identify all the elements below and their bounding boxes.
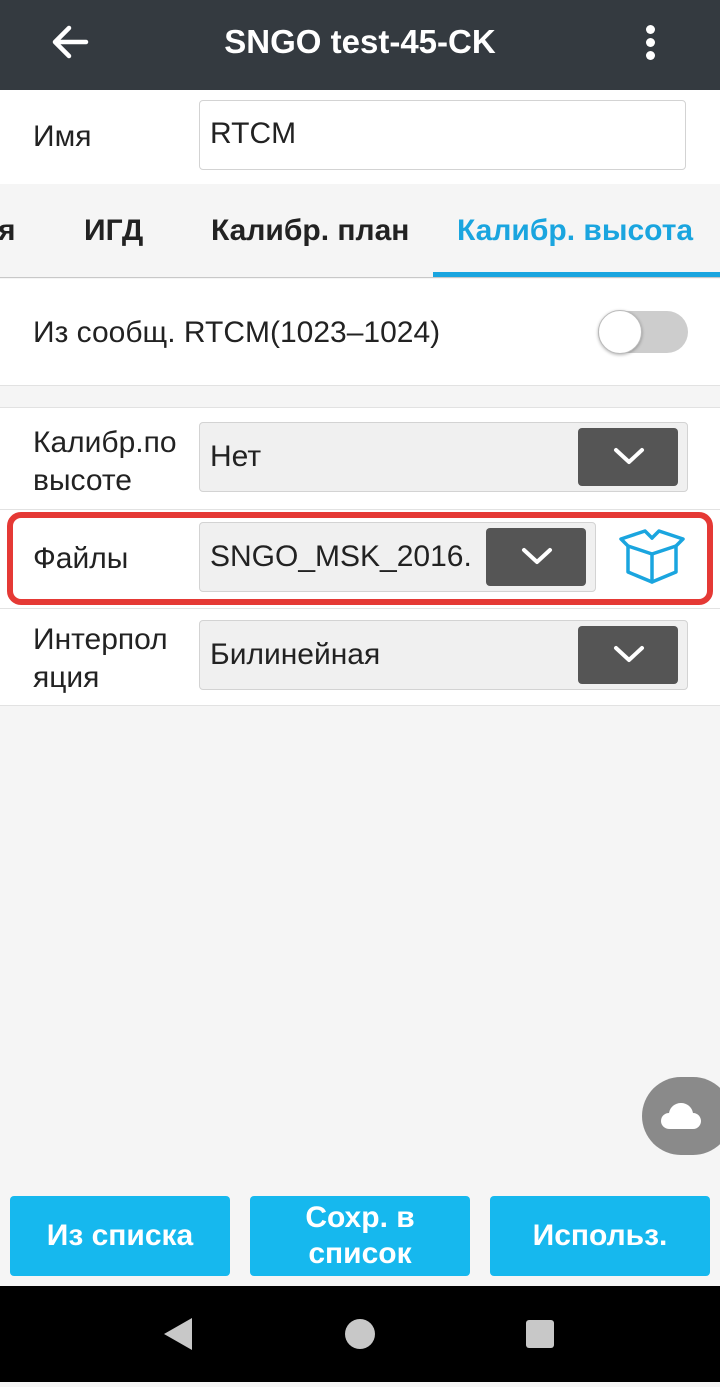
interpolation-value: Билинейная [210, 638, 381, 671]
calib-height-value: Нет [210, 440, 262, 473]
calib-height-label-1: Калибр.по [33, 426, 177, 459]
name-label: Имя [33, 120, 92, 153]
tab-calib-height[interactable]: Калибр. высота [457, 184, 693, 277]
circle-home-icon [345, 1319, 375, 1349]
name-input[interactable]: RTCM [199, 100, 686, 170]
save-to-list-label-1: Сохр. в [305, 1201, 415, 1234]
cloud-icon [661, 1103, 701, 1129]
nav-back-button[interactable] [140, 1286, 220, 1382]
more-vert-icon [646, 25, 655, 34]
active-tab-indicator [433, 272, 720, 277]
interpolation-label-2: яция [33, 661, 100, 694]
page-title: SNGO test-45-CK [224, 23, 496, 60]
system-nav-bar [0, 1286, 720, 1382]
calib-height-select[interactable]: Нет [199, 422, 688, 492]
chevron-down-icon [614, 448, 644, 464]
from-list-button[interactable]: Из списка [10, 1196, 230, 1276]
rtcm-toggle-switch[interactable] [598, 310, 688, 354]
rtcm-toggle-label: Из сообщ. RTCM(1023–1024) [33, 316, 441, 349]
name-row: Имя RTCM [0, 90, 720, 184]
calib-height-dropdown-button[interactable] [578, 428, 678, 486]
rtcm-toggle-row: Из сообщ. RTCM(1023–1024) [0, 279, 720, 386]
calib-height-label-2: высоте [33, 464, 132, 497]
tab-partial[interactable]: я [0, 184, 16, 277]
more-options-button[interactable] [630, 15, 670, 69]
triangle-back-icon [164, 1318, 192, 1350]
save-to-list-button[interactable]: Сохр. в список [250, 1196, 470, 1276]
tab-bar: я ИГД Калибр. план Калибр. высота [0, 184, 720, 278]
nav-home-button[interactable] [320, 1286, 400, 1382]
interpolation-label-1: Интерпол [33, 623, 168, 656]
highlight-frame [7, 512, 713, 605]
back-button[interactable] [44, 15, 98, 69]
tab-calib-plan[interactable]: Калибр. план [211, 184, 409, 277]
app-bar: SNGO test-45-CK [0, 0, 720, 90]
switch-knob [598, 310, 642, 354]
nav-recents-button[interactable] [500, 1286, 580, 1382]
square-recents-icon [526, 1320, 554, 1348]
tab-igd[interactable]: ИГД [84, 184, 143, 277]
cloud-button[interactable] [642, 1077, 720, 1155]
save-to-list-label-2: список [308, 1237, 412, 1270]
interpolation-row: Интерпол яция Билинейная [0, 609, 720, 707]
arrow-left-icon [52, 25, 89, 59]
calib-height-row: Калибр.по высоте Нет [0, 408, 720, 506]
interpolation-dropdown-button[interactable] [578, 626, 678, 684]
chevron-down-icon [614, 646, 644, 662]
use-button[interactable]: Использ. [490, 1196, 710, 1276]
interpolation-select[interactable]: Билинейная [199, 620, 688, 690]
